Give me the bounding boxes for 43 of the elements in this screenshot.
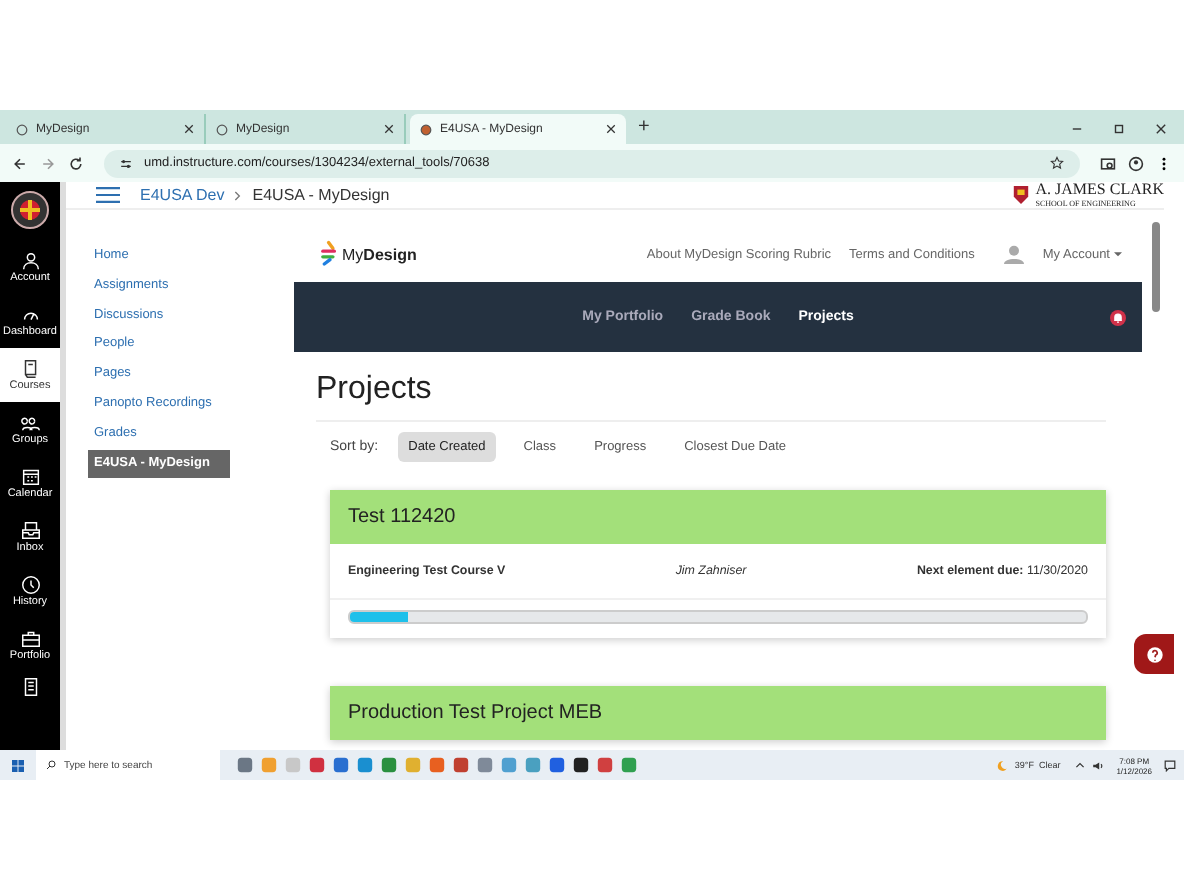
calendar-icon: [19, 466, 41, 488]
close-icon[interactable]: [184, 124, 194, 134]
person-icon: [19, 250, 41, 272]
bell-icon[interactable]: [1110, 309, 1126, 325]
people-icon: [19, 412, 41, 434]
clock-icon: [19, 574, 41, 596]
chevron-icon: [234, 189, 243, 201]
shield-icon: [1011, 184, 1030, 206]
site-settings-icon[interactable]: [120, 157, 132, 169]
moon-icon: [996, 759, 1009, 771]
help-button[interactable]: [1134, 634, 1174, 674]
new-tab-button[interactable]: +: [638, 116, 650, 140]
windows-icon[interactable]: [12, 759, 24, 771]
project-title: Test 112420: [348, 506, 456, 528]
speaker-icon[interactable]: [1092, 759, 1105, 771]
school-name: A. JAMES CLARK: [1035, 182, 1164, 198]
book-icon: [19, 358, 41, 380]
close-icon[interactable]: [384, 124, 394, 134]
restore-icon[interactable]: [1112, 122, 1126, 136]
minimize-icon[interactable]: [1070, 122, 1084, 136]
university-logo[interactable]: [10, 190, 50, 230]
chevron-up-icon[interactable]: [1074, 759, 1087, 771]
project-card[interactable]: Production Test Project MEB: [330, 686, 1106, 740]
reload-icon[interactable]: [68, 155, 84, 171]
app-logo-text[interactable]: MyDesign: [342, 245, 417, 263]
star-icon[interactable]: [1050, 156, 1064, 170]
help-icon: [1143, 643, 1165, 665]
profile-icon[interactable]: [1128, 155, 1144, 171]
notification-icon[interactable]: [1164, 759, 1176, 771]
document-icon[interactable]: [19, 676, 41, 698]
inbox-icon: [19, 520, 41, 542]
close-icon[interactable]: [1154, 122, 1168, 136]
avatar-icon: [1004, 244, 1025, 264]
back-icon[interactable]: [12, 155, 28, 171]
breadcrumb-current: E4USA - MyDesign: [252, 186, 390, 204]
caret-icon: [1114, 251, 1122, 257]
breadcrumb-link[interactable]: E4USA Dev: [140, 186, 225, 204]
forward-icon[interactable]: [40, 155, 56, 171]
mydesign-logo-icon: [320, 238, 340, 270]
briefcase-icon: [19, 628, 41, 650]
page-title: Projects: [316, 352, 1106, 422]
close-icon[interactable]: [606, 124, 616, 134]
project-title: Production Test Project MEB: [348, 702, 603, 724]
